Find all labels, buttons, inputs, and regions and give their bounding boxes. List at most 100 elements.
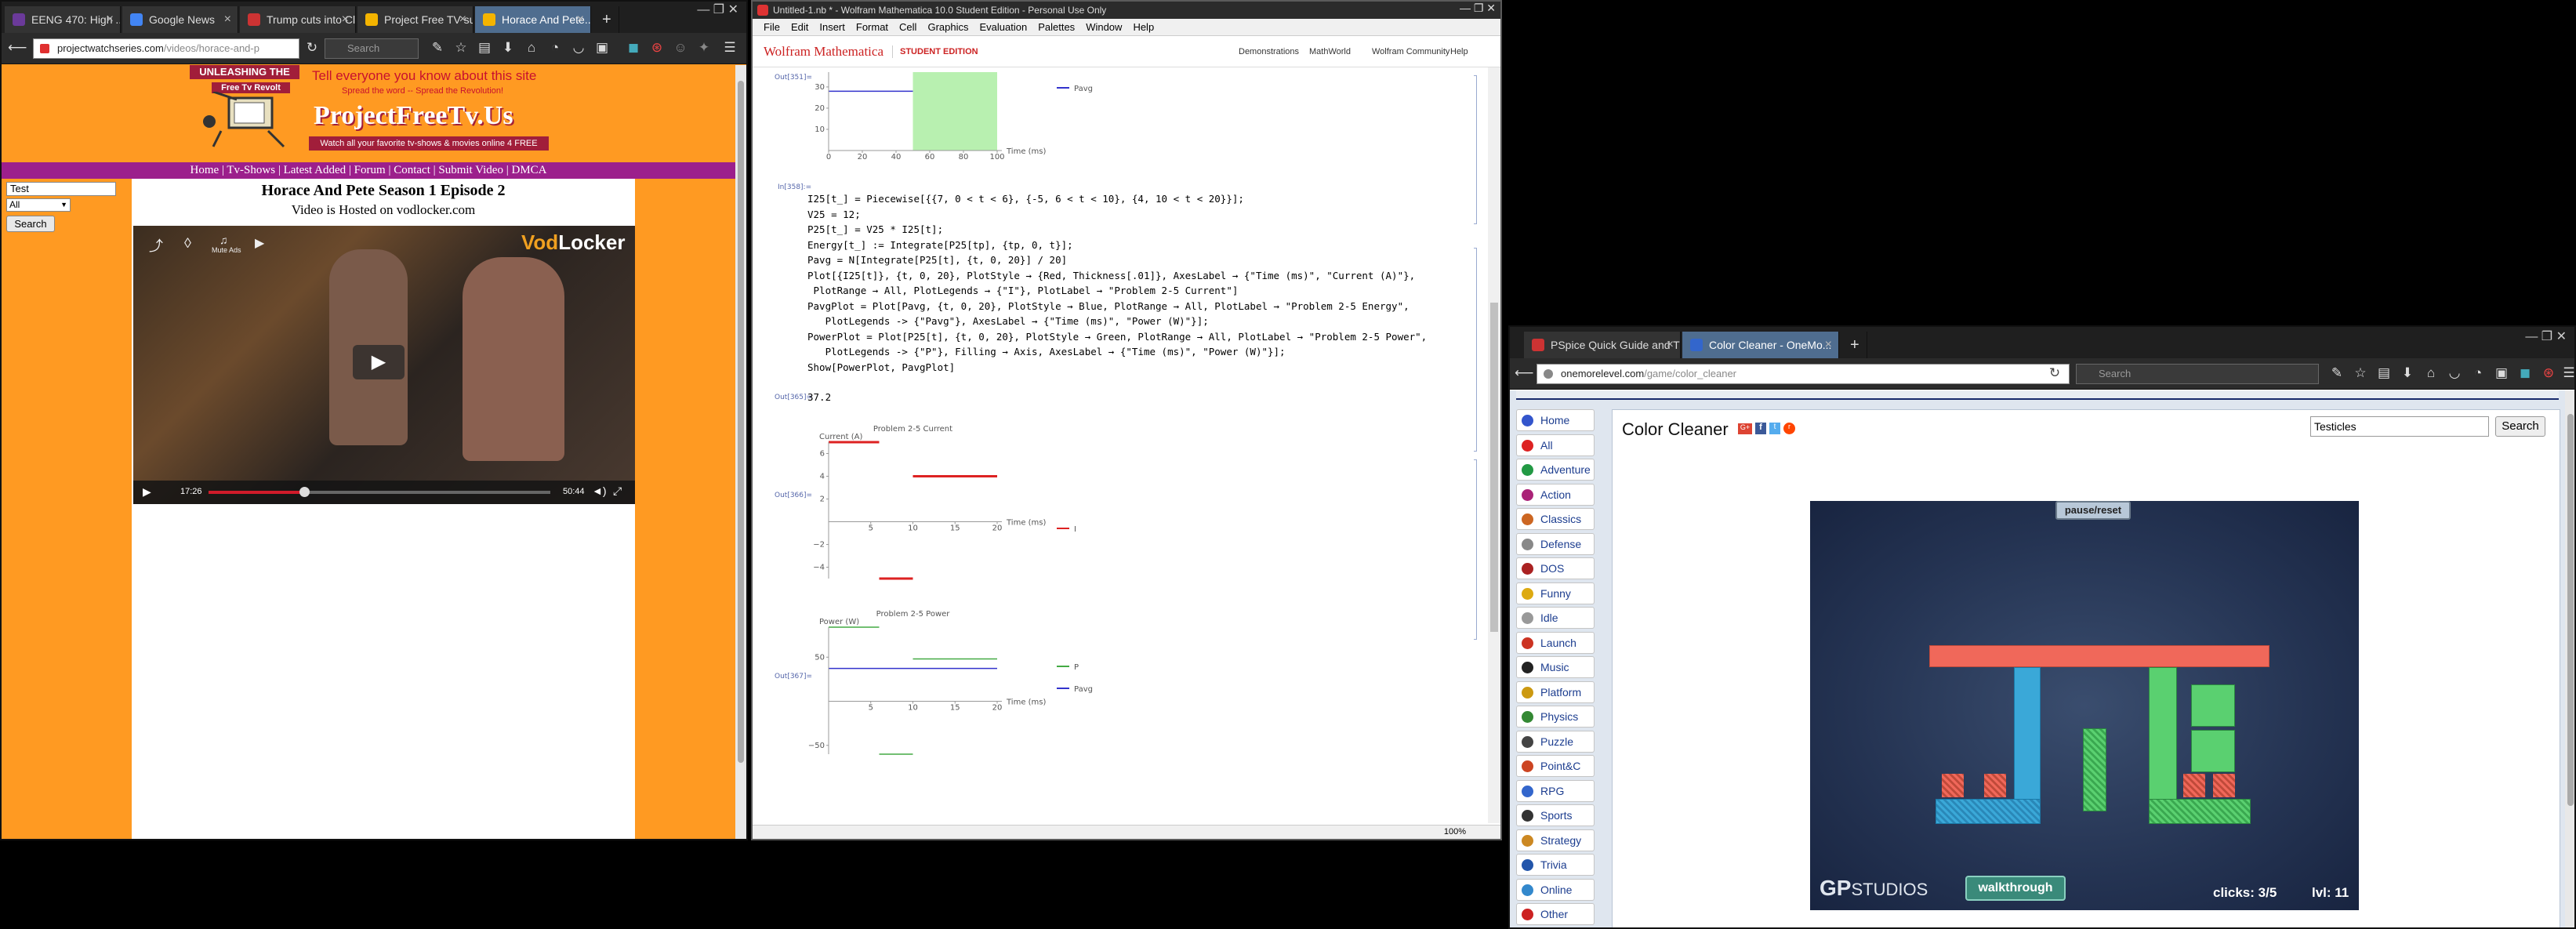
reddit-icon[interactable]: r (1783, 423, 1795, 434)
library-icon[interactable]: ▤ (2375, 365, 2393, 382)
reload-icon[interactable]: ↻ (2046, 365, 2063, 382)
menu-cell[interactable]: Cell (899, 21, 916, 33)
back-icon[interactable]: ⟵ (8, 39, 27, 56)
tab-close-icon[interactable]: × (1667, 332, 1674, 358)
url-bar[interactable]: projectwatchseries.com/videos/horace-and… (33, 38, 299, 59)
sidebar-item-idle[interactable]: Idle (1516, 607, 1595, 629)
video-player[interactable]: ⤴ ◊ ♫ Mute Ads ▶ VodLocker ▶ ▶ 17:26 50:… (133, 226, 635, 504)
green-block-base[interactable] (2149, 799, 2251, 824)
category-select[interactable]: All ▼ (6, 198, 71, 212)
walkthrough-button[interactable]: walkthrough (1965, 876, 2066, 901)
pocket-icon[interactable]: ◡ (570, 39, 587, 56)
tools-icon[interactable]: ✎ (429, 39, 446, 56)
addon-icon[interactable]: ☺ (672, 39, 689, 56)
menu-file[interactable]: File (764, 21, 780, 33)
scroll-thumb[interactable] (1490, 303, 1498, 632)
sidebar-item-classics[interactable]: Classics (1516, 508, 1595, 530)
browser-tab[interactable]: Color Cleaner - OneMo... × (1682, 332, 1839, 358)
bracket[interactable] (1474, 459, 1477, 640)
game-search-input[interactable]: Testicles (2310, 416, 2489, 437)
browser-tab[interactable]: Trump cuts into Clin...× (240, 6, 356, 33)
red-cube[interactable] (2183, 774, 2205, 797)
new-tab-icon[interactable]: + (596, 6, 619, 33)
site-search-input[interactable]: Test (6, 182, 116, 196)
fullscreen-icon[interactable]: ⤢ (613, 484, 622, 498)
screenshot-icon[interactable]: ◼ (2516, 365, 2534, 382)
sidebar-item-physics[interactable]: Physics (1516, 706, 1595, 728)
speedometer-icon[interactable]: ◔ (2469, 365, 2487, 382)
green-square[interactable] (2191, 684, 2235, 727)
nav-link-contact[interactable]: Contact (394, 164, 430, 176)
download-icon[interactable]: ⬇ (2399, 365, 2416, 382)
volume-icon[interactable]: ◄) (592, 484, 607, 497)
tab-close-icon[interactable]: × (107, 6, 114, 33)
tab-close-icon[interactable]: × (224, 6, 231, 33)
big-play-icon[interactable]: ▶ (353, 345, 405, 379)
sidebar-item-puzzle[interactable]: Puzzle (1516, 730, 1595, 753)
sidebar-item-rpg[interactable]: RPG (1516, 779, 1595, 802)
sidebar-item-point-c[interactable]: Point&C (1516, 755, 1595, 777)
toolbar-link[interactable]: Help (1450, 47, 1468, 56)
sidebar-item-funny[interactable]: Funny (1516, 582, 1595, 604)
sidebar-item-adventure[interactable]: Adventure (1516, 459, 1595, 481)
site-search-button[interactable]: Search (6, 216, 55, 232)
blue-block-tall[interactable] (2014, 667, 2041, 807)
menu-window[interactable]: Window (1086, 21, 1122, 33)
blue-block-base[interactable] (1936, 799, 2041, 824)
tab-close-icon[interactable]: × (459, 6, 466, 33)
sidebar-item-launch[interactable]: Launch (1516, 631, 1595, 654)
nav-link-latest-added[interactable]: Latest Added (284, 164, 346, 176)
menu-graphics[interactable]: Graphics (927, 21, 968, 33)
sidebar-item-action[interactable]: Action (1516, 483, 1595, 506)
browser-tab[interactable]: EENG 470: High ... × (5, 6, 121, 33)
seek-bar[interactable] (209, 487, 550, 497)
green-square[interactable] (2191, 730, 2235, 772)
menu-icon[interactable]: ☰ (721, 39, 738, 56)
sidebar-item-platform[interactable]: Platform (1516, 680, 1595, 703)
red-cube[interactable] (1942, 774, 1964, 797)
browser-tab[interactable]: Project Free TV su...× (357, 6, 473, 33)
red-plank[interactable] (1929, 645, 2269, 667)
scroll-thumb[interactable] (738, 81, 744, 763)
twitter-icon[interactable]: t (1769, 423, 1780, 434)
facebook-icon[interactable]: f (1755, 423, 1766, 434)
menu-edit[interactable]: Edit (791, 21, 808, 33)
window-controls[interactable]: — ❐ ✕ (1460, 2, 1496, 15)
tab-close-icon[interactable]: × (1825, 332, 1832, 358)
site-logo[interactable]: ProjectFreeTv.Us (314, 101, 513, 131)
sidebar-item-dos[interactable]: DOS (1516, 557, 1595, 579)
pocket-icon[interactable]: ◡ (2446, 365, 2463, 382)
red-cube[interactable] (2213, 774, 2235, 797)
window-controls[interactable]: — ❐ ✕ (652, 2, 746, 20)
download-icon[interactable]: ⬇ (499, 39, 517, 56)
pause-reset-button[interactable]: pause/reset (2055, 501, 2131, 520)
menu-help[interactable]: Help (1133, 21, 1154, 33)
shield-icon[interactable]: ⊛ (648, 39, 666, 56)
menu-format[interactable]: Format (856, 21, 888, 33)
red-cube[interactable] (1984, 774, 2006, 797)
browser-tab[interactable]: Google News × (122, 6, 238, 33)
sidebar-item-home[interactable]: Home (1516, 409, 1595, 431)
nav-link-tv-shows[interactable]: Tv-Shows (227, 164, 275, 176)
green-block[interactable] (2083, 728, 2106, 811)
nav-link-forum[interactable]: Forum (354, 164, 386, 176)
bracket[interactable] (1474, 248, 1477, 452)
menu-palettes[interactable]: Palettes (1038, 21, 1075, 33)
game-search-button[interactable]: Search (2495, 416, 2545, 437)
play-icon[interactable]: ▶ (143, 485, 151, 499)
browser-tab[interactable]: Horace And Pete... × (475, 6, 591, 33)
sidebar-item-other[interactable]: Other (1516, 903, 1595, 925)
tools-icon[interactable]: ✎ (2328, 365, 2346, 382)
bookmark-star-icon[interactable]: ☆ (452, 39, 470, 56)
library-icon[interactable]: ▤ (476, 39, 493, 56)
menu-icon[interactable]: ☰ (2560, 365, 2574, 382)
shield-icon[interactable]: ⊛ (2540, 365, 2557, 382)
sidebar-item-music[interactable]: Music (1516, 656, 1595, 678)
bracket[interactable] (1474, 75, 1477, 224)
nav-link-submit-video[interactable]: Submit Video (438, 164, 503, 176)
sidebar-item-online[interactable]: Online (1516, 878, 1595, 901)
menu-evaluation[interactable]: Evaluation (979, 21, 1027, 33)
drop-icon[interactable]: ◊ (184, 235, 191, 252)
reload-icon[interactable]: ↻ (303, 39, 321, 56)
window-controls[interactable]: — ❐ ✕ (2525, 328, 2567, 344)
